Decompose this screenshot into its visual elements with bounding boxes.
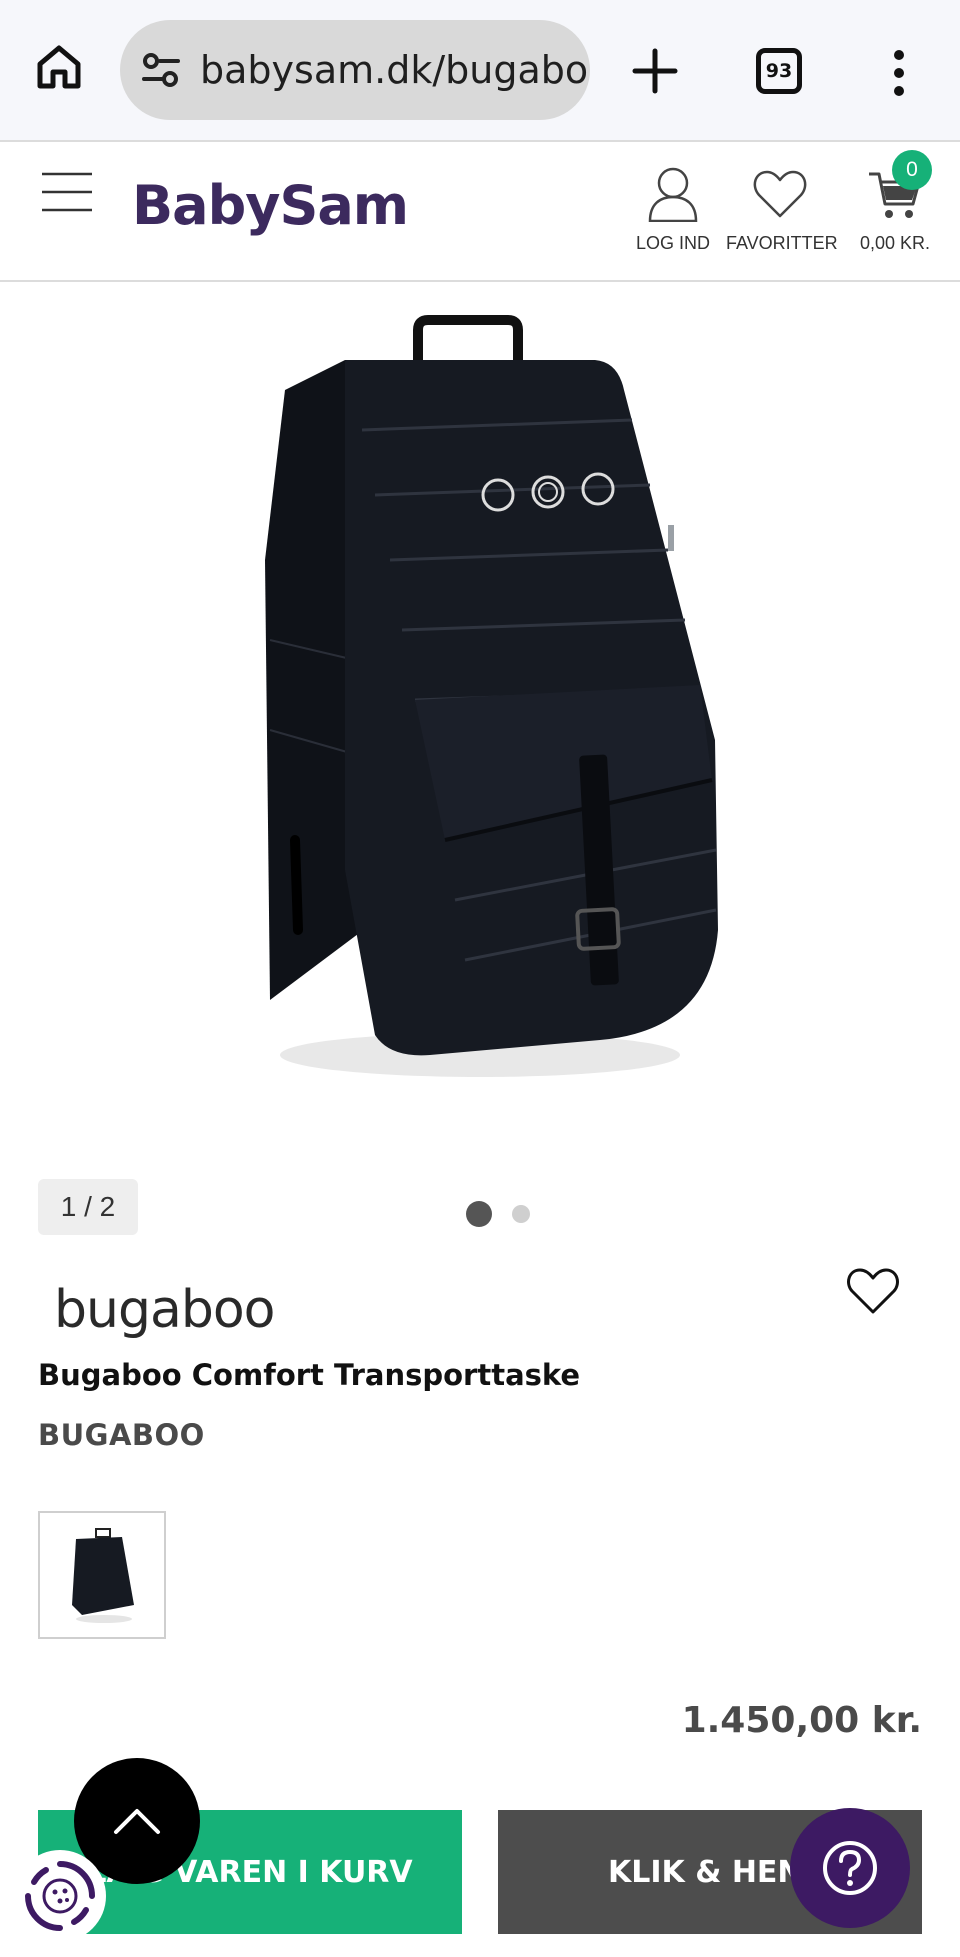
hamburger-icon — [42, 172, 92, 212]
gallery-counter: 1 / 2 — [38, 1179, 138, 1235]
thumbnail-image — [72, 1528, 134, 1623]
product-brand[interactable]: BUGABOO — [38, 1418, 205, 1452]
add-to-favorites-heart-icon[interactable] — [846, 1266, 900, 1316]
gallery-dot-active[interactable] — [466, 1201, 492, 1227]
gallery-dots — [466, 1201, 530, 1227]
favorites-label: FAVORITTER — [726, 233, 838, 253]
product-price: 1.450,00 kr. — [681, 1700, 922, 1741]
question-icon — [823, 1841, 877, 1895]
browser-toolbar: babysam.dk/bugaboo 93 — [0, 0, 960, 142]
site-header: BabySam LOG IND FAVORITTER 0,00 KR. — [0, 142, 960, 282]
cart-count-badge: 0 — [892, 150, 932, 190]
cart-total: 0,00 KR. — [859, 233, 931, 253]
site-settings-icon[interactable] — [138, 47, 184, 93]
product-title: Bugaboo Comfort Transporttaske — [38, 1358, 581, 1392]
user-icon — [648, 167, 698, 223]
new-tab-icon[interactable] — [630, 46, 680, 96]
site-logo[interactable]: BabySam — [132, 174, 409, 237]
login-button[interactable]: LOG IND — [636, 166, 710, 254]
chevron-up-icon — [114, 1809, 160, 1834]
product-thumbnail[interactable] — [38, 1511, 166, 1639]
favorites-button[interactable]: FAVORITTER — [726, 166, 838, 254]
gallery-dot[interactable] — [512, 1205, 530, 1223]
login-label: LOG IND — [636, 233, 711, 253]
product-image[interactable] — [240, 310, 740, 1100]
address-bar[interactable]: babysam.dk/bugaboo — [120, 20, 590, 120]
home-icon[interactable] — [34, 42, 84, 92]
cookie-icon — [25, 1861, 95, 1931]
menu-button[interactable] — [34, 172, 104, 262]
help-button[interactable] — [790, 1808, 910, 1928]
more-options-icon[interactable] — [884, 48, 914, 98]
tab-switcher-button[interactable]: 93 — [756, 48, 802, 94]
url-text: babysam.dk/bugaboo — [200, 48, 590, 92]
brand-logo[interactable]: bugaboo — [54, 1280, 275, 1340]
cookie-settings-button[interactable] — [14, 1850, 106, 1942]
heart-icon — [753, 170, 807, 218]
